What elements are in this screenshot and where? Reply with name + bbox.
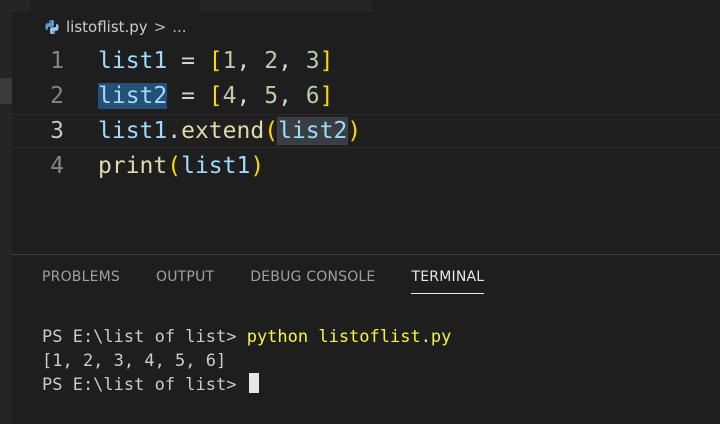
line-number: 3 <box>50 118 64 144</box>
terminal-command: python listoflist.py <box>246 327 452 347</box>
comma-token: , <box>278 48 306 74</box>
terminal-line-3: PS E:\list of list> <box>42 373 451 397</box>
bottom-panel: PROBLEMS OUTPUT DEBUG CONSOLE TERMINAL P… <box>12 255 720 424</box>
paren-token: ( <box>167 153 182 179</box>
comma-token: , <box>236 83 265 109</box>
line-number: 1 <box>50 48 64 74</box>
code-line-2[interactable]: 2 list2 = [4, 5, 6] <box>12 79 720 113</box>
code-editor[interactable]: 1 list1 = [1, 2, 3] 2 list2 = [4, 5, 6] … <box>12 42 720 252</box>
dot-token: . <box>167 118 182 144</box>
number-token: 5 <box>264 83 279 109</box>
operator-token: = <box>167 48 209 74</box>
tab-problems[interactable]: PROBLEMS <box>42 269 120 294</box>
selected-variable-token: list2 <box>98 83 168 109</box>
code-line-1[interactable]: 1 list1 = [1, 2, 3] <box>12 44 720 78</box>
code-text: list2 = [4, 5, 6] <box>98 83 334 109</box>
operator-token: = <box>167 83 209 109</box>
number-token: 3 <box>305 48 320 74</box>
function-token: extend <box>181 118 265 144</box>
function-token: print <box>98 153 168 179</box>
editor-tab[interactable] <box>30 0 200 12</box>
variable-token: list1 <box>98 118 168 144</box>
activity-indicator <box>0 78 12 104</box>
tab-strip <box>12 0 720 12</box>
breadcrumb-file[interactable]: listoflist.py <box>66 18 148 36</box>
paren-token: ( <box>264 118 279 144</box>
terminal-cursor[interactable] <box>248 373 259 393</box>
comma-token: , <box>236 48 265 74</box>
bracket-token: ] <box>319 83 334 109</box>
activity-bar <box>0 0 12 424</box>
panel-tabs: PROBLEMS OUTPUT DEBUG CONSOLE TERMINAL <box>42 269 520 294</box>
code-text: list1 = [1, 2, 3] <box>98 48 334 74</box>
line-number: 4 <box>50 153 64 179</box>
bracket-token: ] <box>319 48 334 74</box>
code-line-3[interactable]: 3 list1.extend(list2) <box>12 114 720 148</box>
number-token: 2 <box>264 48 279 74</box>
variable-token: list1 <box>181 153 251 179</box>
tab-debug-console[interactable]: DEBUG CONSOLE <box>250 269 375 294</box>
number-token: 1 <box>222 48 237 74</box>
breadcrumb-separator: > <box>153 18 167 36</box>
paren-token: ) <box>347 118 362 144</box>
terminal-line-1: PS E:\list of list> python listoflist.py <box>42 325 451 349</box>
terminal-output: [1, 2, 3, 4, 5, 6] <box>42 351 227 371</box>
highlighted-variable-token: list2 <box>277 117 349 145</box>
code-line-4[interactable]: 4 print(list1) <box>12 149 720 183</box>
terminal-prompt: PS E:\list of list> <box>42 327 247 347</box>
breadcrumb-more[interactable]: ... <box>172 18 186 36</box>
line-number: 2 <box>50 83 64 109</box>
paren-token: ) <box>250 153 265 179</box>
terminal[interactable]: PS E:\list of list> python listoflist.py… <box>42 325 451 397</box>
code-text: print(list1) <box>98 153 264 179</box>
tab-output[interactable]: OUTPUT <box>156 269 214 294</box>
code-text: list1.extend(list2) <box>98 117 362 145</box>
tab-strip-empty <box>372 0 720 12</box>
tab-terminal[interactable]: TERMINAL <box>411 269 485 294</box>
variable-token: list1 <box>98 48 168 74</box>
comma-token: , <box>278 83 306 109</box>
number-token: 6 <box>305 83 320 109</box>
bracket-token: [ <box>208 48 223 74</box>
bracket-token: [ <box>208 83 223 109</box>
python-file-icon <box>45 20 59 34</box>
terminal-prompt: PS E:\list of list> <box>42 375 247 395</box>
breadcrumb: listoflist.py > ... <box>44 16 187 38</box>
number-token: 4 <box>222 83 237 109</box>
